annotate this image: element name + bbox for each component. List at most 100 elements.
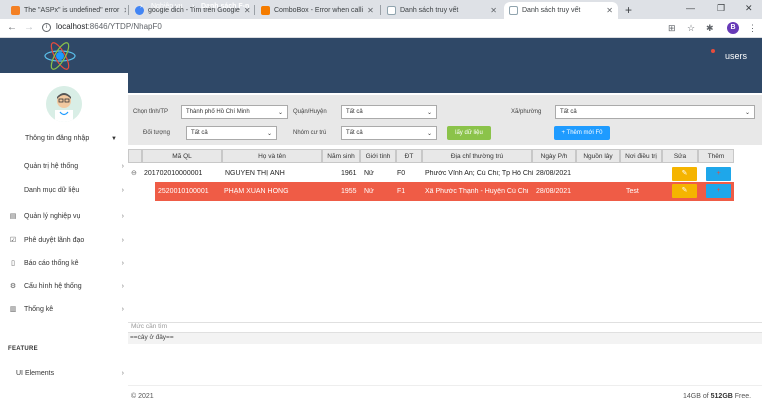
close-window-icon[interactable]: ✕: [745, 3, 753, 14]
breadcrumb-current: Danh sách F-n: [201, 3, 250, 10]
tree-placeholder: ==cây ở đây==: [130, 334, 174, 341]
cell-ma-ql: 201702010000001: [144, 170, 203, 177]
grid-header-cell[interactable]: Ngày P/h: [532, 149, 576, 163]
add-child-button[interactable]: +: [706, 184, 731, 198]
chevron-down-icon: ⌄: [426, 130, 432, 137]
login-info[interactable]: Thông tin đăng nhập: [25, 135, 89, 142]
ward-label: Xã/phường: [511, 109, 542, 115]
close-icon[interactable]: ✕: [119, 6, 126, 15]
cell-dia-chi: Xã Phước Thạnh - Huyện Củ Chi: [425, 188, 529, 195]
grid-header-cell[interactable]: Địa chỉ thường trú: [422, 149, 532, 163]
residence-label: Nhóm cư trú: [293, 130, 327, 136]
search-input[interactable]: Mức cần tìm: [131, 323, 167, 330]
sidebar-item-label: Danh mục dữ liệu: [24, 186, 80, 194]
sidebar-item-statistics[interactable]: ▥ Thống kê ›: [8, 302, 124, 316]
storage-suffix: Free.: [734, 393, 752, 400]
translate-icon[interactable]: ⊞: [668, 23, 676, 34]
storage-info: 14GB of 512GB Free.: [683, 393, 751, 400]
ward-select[interactable]: Tất cả ⌄: [555, 105, 755, 119]
user-menu[interactable]: users: [725, 51, 747, 61]
browser-tab-active[interactable]: Danh sách truy vết ✕: [504, 2, 618, 19]
residence-select[interactable]: Tất cả ⌄: [341, 126, 437, 140]
back-icon[interactable]: ←: [7, 22, 17, 33]
cell-dt: F0: [397, 170, 406, 177]
grid-header-cell[interactable]: Giới tính: [360, 149, 396, 163]
close-icon[interactable]: ✕: [602, 6, 613, 15]
address-bar: ← → i localhost:8646/YTDP/NhapF0 ⊞ ☆ ✱ B…: [0, 19, 762, 38]
breadcrumb-chevron-icon: ›: [140, 3, 143, 10]
page-icon: [387, 6, 396, 15]
url-host: localhost: [56, 22, 88, 31]
star-icon[interactable]: ☆: [687, 23, 695, 34]
district-value: Tất cả: [346, 109, 363, 115]
maximize-icon[interactable]: ❐: [717, 3, 725, 14]
chart-icon: ▥: [9, 306, 17, 313]
sidebar-item-approval[interactable]: ☑ Phê duyệt lãnh đạo ›: [8, 233, 124, 247]
sidebar-item-data-catalog[interactable]: Danh mục dữ liệu ›: [8, 183, 124, 197]
forward-icon[interactable]: →: [24, 22, 34, 33]
add-child-button[interactable]: +: [706, 167, 731, 181]
edit-button[interactable]: ✎: [672, 184, 697, 198]
breadcrumb-item[interactable]: Nghiệp vụ: [151, 3, 183, 10]
district-select[interactable]: Tất cả ⌄: [341, 105, 437, 119]
edit-button[interactable]: ✎: [672, 167, 697, 181]
sidebar-item-label: Báo cáo thống kê: [24, 259, 79, 267]
grid-header-cell[interactable]: Sửa: [662, 149, 698, 163]
close-icon[interactable]: ✕: [363, 6, 374, 15]
close-icon[interactable]: ✕: [486, 6, 497, 15]
grid-header-cell[interactable]: Nguồn lây: [576, 149, 620, 163]
browser-tab-3[interactable]: ComboBox - Error when calli ✕: [256, 2, 378, 19]
tab-title: The "ASPx" is undefined" error: [24, 7, 120, 14]
sidebar-item-config[interactable]: ⚙ Cấu hình hệ thống ›: [8, 279, 124, 293]
cell-nam-sinh: 1955: [341, 188, 357, 195]
chevron-down-icon: ⌄: [744, 109, 750, 116]
province-value: Thành phố Hồ Chí Minh: [186, 109, 250, 115]
edit-icon: ✎: [681, 187, 688, 194]
stackoverflow-icon: [11, 6, 20, 15]
tab-title: Danh sách truy vết: [400, 7, 459, 14]
profile-avatar[interactable]: B: [727, 22, 739, 34]
residence-value: Tất cả: [346, 130, 363, 136]
grid-header-cell[interactable]: Họ và tên: [222, 149, 322, 163]
grid-header-cell[interactable]: Thêm: [698, 149, 734, 163]
sidebar-item-label: Quản trị hệ thống: [24, 162, 79, 170]
site-info-icon[interactable]: i: [42, 23, 51, 32]
grid-header-cell[interactable]: Nơi điều trị: [620, 149, 662, 163]
cell-ngay-ph: 28/08/2021: [536, 188, 572, 195]
sidebar-item-ui-elements[interactable]: UI Elements ›: [8, 366, 124, 380]
sidebar-item-label: Quản lý nghiệp vụ: [24, 212, 81, 220]
sidebar-item-business[interactable]: ▤ Quản lý nghiệp vụ ›: [8, 209, 124, 223]
province-select[interactable]: Thành phố Hồ Chí Minh ⌄: [181, 105, 288, 119]
browser-tab-1[interactable]: The "ASPx" is undefined" error ✕: [6, 2, 126, 19]
extensions-icon[interactable]: ✱: [706, 23, 714, 34]
load-data-button[interactable]: lấy dữ liệu: [447, 126, 491, 140]
check-icon: ☑: [9, 237, 17, 244]
grid-header-cell[interactable]: ĐT: [396, 149, 422, 163]
new-tab-icon[interactable]: +: [625, 3, 632, 17]
section-label: FEATURE: [8, 346, 38, 352]
menu-dots-icon[interactable]: ⋮: [748, 23, 757, 34]
minimize-icon[interactable]: —: [686, 3, 695, 13]
sidebar-item-label: Phê duyệt lãnh đạo: [24, 236, 85, 244]
list-icon: ▤: [9, 213, 17, 220]
plus-icon: +: [716, 187, 721, 194]
app-logo: [44, 42, 76, 70]
grid-header-expander: [128, 149, 142, 163]
collapse-icon[interactable]: ⊖: [131, 169, 137, 177]
district-label: Quận/Huyện: [293, 109, 327, 115]
url-field[interactable]: localhost:8646/YTDP/NhapF0: [56, 22, 162, 31]
gear-icon: ⚙: [9, 283, 17, 290]
caret-down-icon[interactable]: ▼: [111, 136, 117, 142]
cell-dia-chi: Phước Vĩnh An; Củ Chi; Tp Hồ Chí: [425, 170, 533, 177]
sidebar-item-reports[interactable]: ▯ Báo cáo thống kê ›: [8, 256, 124, 270]
add-f0-button[interactable]: + Thêm mới F0: [554, 126, 610, 140]
url-path: :8646/YTDP/NhapF0: [87, 22, 162, 31]
chevron-right-icon: ›: [121, 186, 124, 194]
grid-header-cell[interactable]: Mã QL: [142, 149, 222, 163]
browser-tab-4[interactable]: Danh sách truy vết ✕: [382, 2, 502, 19]
cell-ho-ten: NGUYỄN THỊ ÁNH: [225, 170, 285, 177]
sidebar-item-system-admin[interactable]: Quản trị hệ thống ›: [8, 159, 124, 173]
grid-header-cell[interactable]: Năm sinh: [322, 149, 360, 163]
chevron-right-icon: ›: [121, 259, 124, 267]
subject-select[interactable]: Tất cả ⌄: [186, 126, 277, 140]
